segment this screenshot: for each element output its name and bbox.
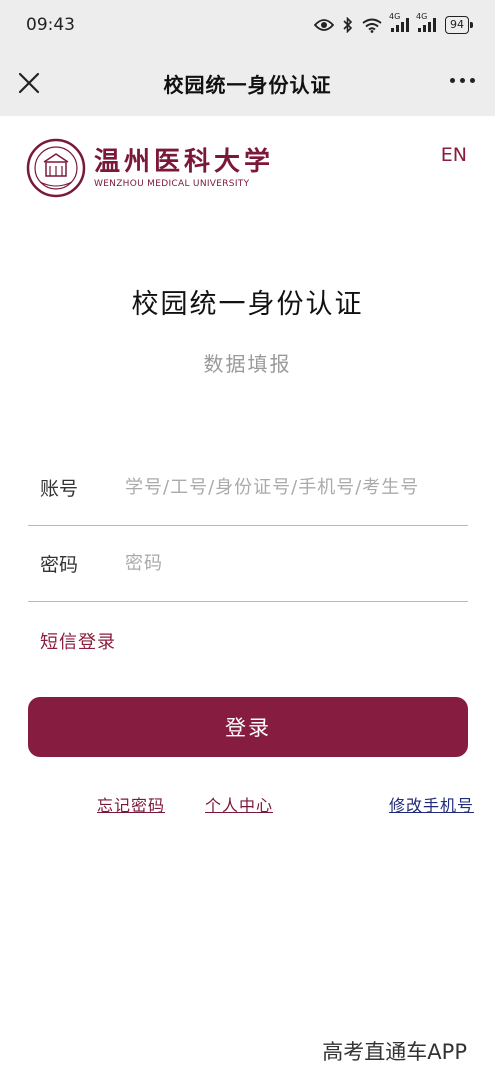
network-type-label: 4G	[389, 12, 401, 21]
password-input[interactable]	[112, 553, 468, 574]
battery-icon: 94	[445, 16, 473, 34]
university-seal-icon	[26, 138, 86, 198]
password-label: 密码	[40, 554, 79, 576]
login-button[interactable]: 登录	[28, 697, 468, 757]
more-options-icon[interactable]	[450, 78, 475, 83]
university-name-cn: 温州医科大学	[94, 147, 275, 177]
watermark-text: 高考直通车APP	[322, 1040, 467, 1064]
account-field: 账号	[28, 450, 468, 526]
sms-login-link[interactable]: 短信登录	[40, 628, 116, 654]
change-phone-link[interactable]: 修改手机号	[389, 792, 474, 816]
bluetooth-icon	[343, 17, 353, 33]
nav-bar: 校园统一身份认证	[0, 50, 495, 116]
wifi-icon	[362, 18, 382, 33]
university-name-en: WENZHOU MEDICAL UNIVERSITY	[94, 179, 250, 189]
page-title: 校园统一身份认证	[131, 289, 364, 320]
personal-center-link[interactable]: 个人中心	[205, 792, 273, 816]
signal-icon-sim1: 4G	[389, 12, 409, 32]
status-icons: 4G 4G 94	[314, 12, 473, 34]
status-time: 09:43	[26, 15, 75, 35]
password-field: 密码	[28, 526, 468, 602]
account-label: 账号	[40, 478, 79, 500]
account-input[interactable]	[112, 477, 468, 498]
signal-icon-sim2: 4G	[416, 12, 436, 32]
nav-title: 校园统一身份认证	[163, 72, 332, 97]
eye-icon	[314, 19, 334, 31]
status-bar: 09:43 4G 4G 94	[0, 0, 495, 50]
close-icon[interactable]	[16, 70, 42, 96]
forgot-password-link[interactable]: 忘记密码	[97, 792, 165, 816]
university-logo: 温州医科大学 WENZHOU MEDICAL UNIVERSITY	[26, 138, 274, 198]
network-type-label: 4G	[416, 12, 428, 21]
language-toggle[interactable]: EN	[441, 144, 467, 166]
page-subtitle: 数据填报	[203, 352, 292, 376]
